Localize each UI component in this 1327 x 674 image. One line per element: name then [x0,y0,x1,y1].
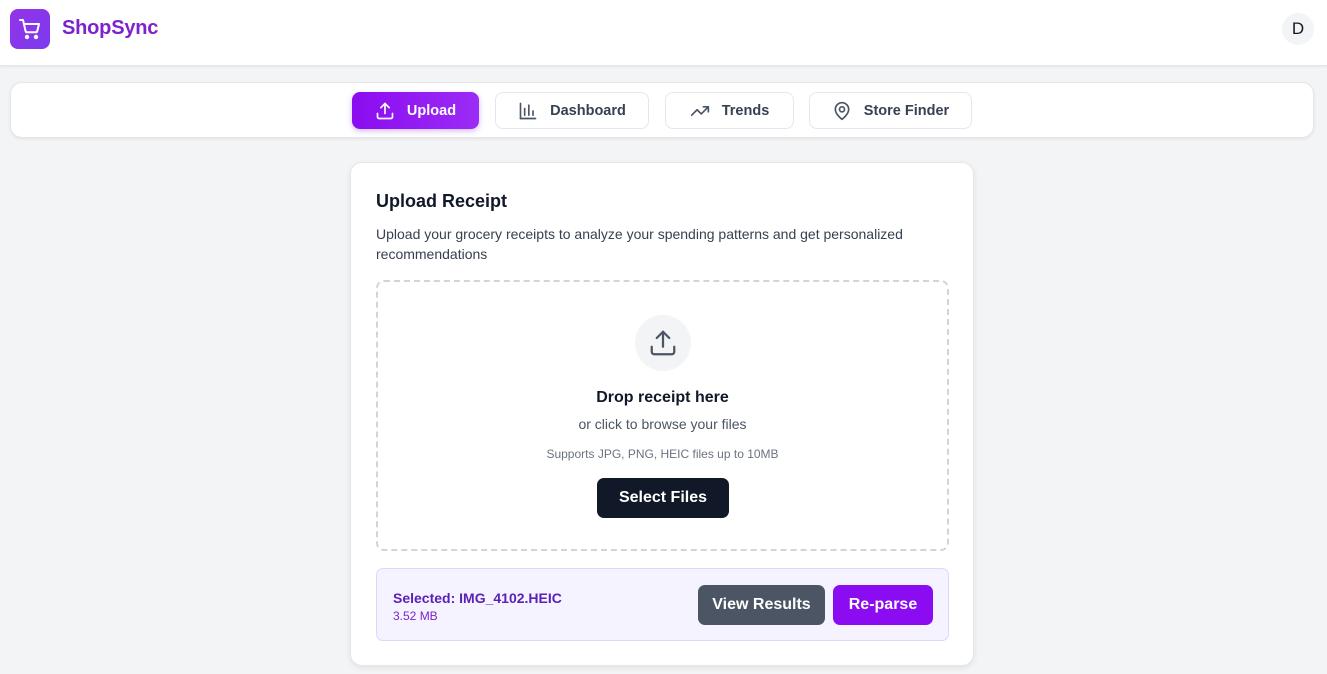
card-title: Upload Receipt [376,191,508,211]
tab-trends-label: Trends [721,102,770,119]
drop-title: Drop receipt here [596,389,729,406]
tab-upload[interactable]: Upload [352,92,479,129]
tab-store-finder[interactable]: Store Finder [809,92,972,129]
card-description: Upload your grocery receipts to analyze … [376,226,903,262]
tab-dashboard-label: Dashboard [550,102,626,119]
upload-icon [650,330,676,356]
main-nav: Upload Dashboard Trends Store Finder [10,82,1314,138]
drop-subtitle: or click to browse your files [578,416,747,432]
shopping-cart-icon[interactable] [10,9,50,49]
selected-file-panel: Selected: IMG_4102.HEIC 3.52 MB View Res… [376,568,949,641]
select-files-button[interactable]: Select Files [597,478,729,518]
trending-up-icon [690,105,709,116]
upload-icon [376,102,394,119]
tab-store-finder-label: Store Finder [863,102,950,119]
brand-name[interactable]: ShopSync [62,17,158,40]
file-type-hint: Supports JPG, PNG, HEIC files up to 10MB [546,447,779,461]
user-avatar[interactable]: D [1282,13,1314,45]
upload-card: Upload Receipt Upload your grocery recei… [350,162,974,666]
selected-file-size: 3.52 MB [393,609,438,623]
reparse-button[interactable]: Re-parse [833,585,933,625]
receipt-dropzone[interactable]: Drop receipt here or click to browse you… [376,280,949,551]
tab-trends[interactable]: Trends [665,92,794,129]
tab-upload-label: Upload [406,102,457,119]
view-results-button[interactable]: View Results [698,585,825,625]
selected-file-name: Selected: IMG_4102.HEIC [393,590,562,606]
bar-chart-icon [519,102,537,119]
map-pin-icon [834,101,850,120]
tab-dashboard[interactable]: Dashboard [495,92,649,129]
app-header: ShopSync D [0,0,1327,66]
upload-circle [635,315,691,371]
